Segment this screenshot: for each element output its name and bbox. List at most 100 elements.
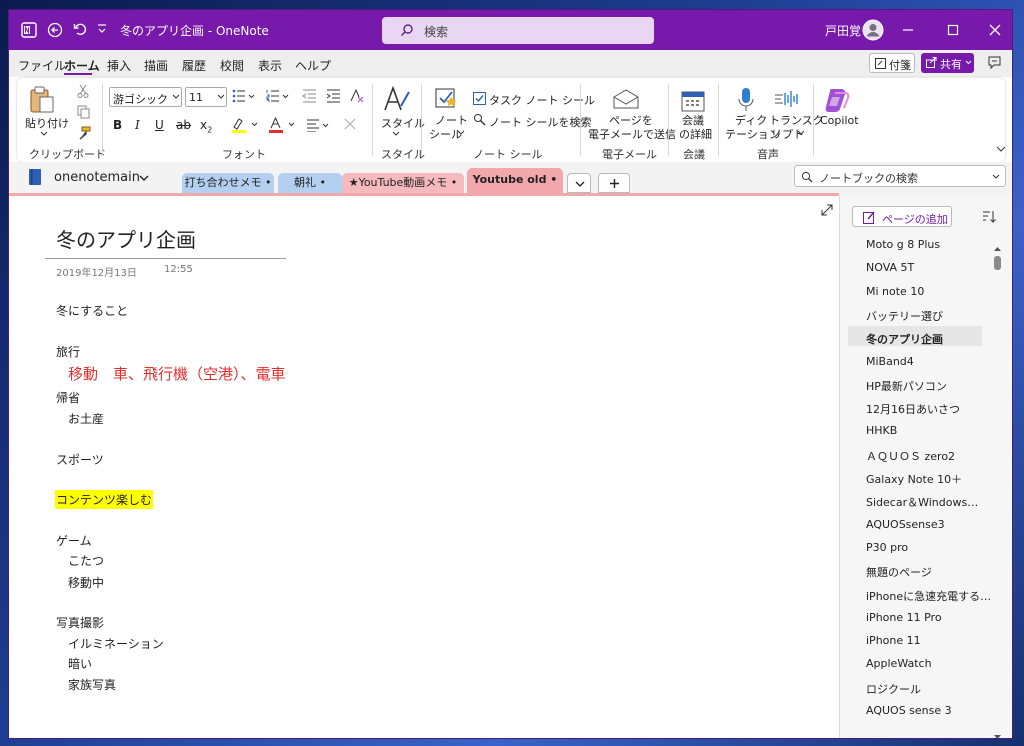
- quick-access-dropdown-icon[interactable]: [97, 23, 107, 35]
- align-icon[interactable]: [306, 118, 332, 132]
- italic-button[interactable]: I: [135, 118, 140, 132]
- paste-label[interactable]: 貼り付け: [25, 115, 69, 131]
- pages-scrollbar[interactable]: [994, 246, 1001, 738]
- note-line[interactable]: 写真撮影: [56, 614, 104, 631]
- page-list-item[interactable]: ロジクール: [866, 681, 921, 697]
- note-line-red[interactable]: 移動 車、飛行機（空港）、電車: [68, 363, 286, 384]
- section-tab-youtube-memo[interactable]: ★YouTube動画メモ •: [342, 173, 464, 193]
- sort-icon[interactable]: [982, 210, 996, 224]
- note-line[interactable]: 暗い: [68, 655, 92, 672]
- page-list-item[interactable]: iPhone 11 Pro: [866, 611, 942, 624]
- style-label[interactable]: スタイル: [381, 115, 425, 131]
- menu-review[interactable]: 校閲: [220, 57, 244, 74]
- add-section-button[interactable]: [598, 173, 630, 193]
- note-line[interactable]: こたつ: [68, 552, 104, 569]
- more-sections-button[interactable]: [567, 173, 591, 193]
- notebook-search-box[interactable]: ノートブックの検索: [794, 165, 1006, 187]
- page-list-item[interactable]: NOVA 5T: [866, 261, 914, 274]
- copilot-icon[interactable]: [823, 87, 851, 113]
- page-list-item[interactable]: HHKB: [866, 424, 897, 437]
- transcribe-chevron-icon[interactable]: [797, 130, 805, 136]
- menu-help[interactable]: ヘルプ: [295, 57, 331, 74]
- note-line[interactable]: 家族写真: [68, 676, 116, 693]
- note-line[interactable]: 旅行: [56, 343, 80, 360]
- page-list-item[interactable]: ＡＱＵＯＳ zero2: [866, 448, 955, 464]
- paste-icon[interactable]: [29, 86, 55, 114]
- page-canvas[interactable]: 冬のアプリ企画 2019年12月13日 12:55 冬にすること 旅行 移動 車…: [9, 196, 839, 738]
- page-list-item[interactable]: AQUOSsense3: [866, 518, 945, 531]
- transcribe-icon[interactable]: [773, 89, 799, 111]
- page-list-item[interactable]: 12月16日あいさつ: [866, 401, 960, 417]
- style-chevron-icon[interactable]: [392, 131, 400, 137]
- section-tab-meeting-notes[interactable]: 打ち合わせメモ •: [182, 173, 274, 193]
- font-size-select[interactable]: 11: [185, 87, 227, 107]
- meeting-calendar-icon[interactable]: [681, 89, 707, 113]
- copilot-label[interactable]: Copilot: [820, 114, 859, 127]
- menu-home[interactable]: ホーム: [64, 57, 100, 74]
- page-list-item[interactable]: 無題のページ: [866, 564, 932, 580]
- page-list-item[interactable]: Mi note 10: [866, 285, 924, 298]
- find-tags-label[interactable]: ノート シールを検索: [489, 114, 592, 130]
- undo-icon[interactable]: [72, 21, 88, 37]
- avatar-icon[interactable]: [862, 19, 884, 41]
- notebook-icon[interactable]: [28, 168, 42, 186]
- note-line[interactable]: 冬にすること: [56, 302, 128, 319]
- copy-icon[interactable]: [77, 105, 90, 119]
- numbering-icon[interactable]: [266, 89, 290, 103]
- menu-view[interactable]: 表示: [258, 57, 282, 74]
- format-painter-icon[interactable]: [77, 126, 91, 140]
- style-icon[interactable]: [382, 86, 412, 112]
- delete-icon[interactable]: [344, 118, 356, 130]
- page-list-item[interactable]: P30 pro: [866, 541, 908, 554]
- sticky-note-button[interactable]: 付箋: [869, 53, 915, 73]
- section-tab-morning-meeting[interactable]: 朝礼 •: [278, 173, 342, 193]
- font-color-icon[interactable]: [268, 117, 298, 133]
- note-tag-icon[interactable]: [434, 86, 460, 112]
- add-page-button[interactable]: ページの追加: [852, 206, 952, 227]
- page-list-item[interactable]: バッテリー選び: [866, 308, 943, 324]
- minimize-icon[interactable]: [902, 24, 914, 36]
- notebook-chevron-icon[interactable]: [139, 174, 149, 182]
- note-line[interactable]: スポーツ: [56, 451, 104, 468]
- search-box[interactable]: 検索: [382, 17, 654, 44]
- paste-chevron-icon[interactable]: [40, 131, 48, 137]
- email-icon[interactable]: [613, 89, 639, 109]
- cut-icon[interactable]: [77, 84, 89, 98]
- section-tab-youtube-old[interactable]: Youtube old •: [467, 168, 563, 193]
- highlight-icon[interactable]: [231, 117, 261, 133]
- subscript-button[interactable]: x2: [200, 118, 212, 134]
- expand-icon[interactable]: [821, 204, 833, 216]
- back-icon[interactable]: [47, 22, 63, 38]
- note-line[interactable]: 帰省: [56, 389, 80, 406]
- note-line-highlighted[interactable]: コンテンツ楽しむ: [55, 490, 154, 509]
- meeting-label-line2[interactable]: の詳細: [679, 126, 712, 142]
- decrease-indent-icon[interactable]: [302, 89, 317, 103]
- page-list-item[interactable]: AppleWatch: [866, 657, 932, 670]
- feedback-icon[interactable]: [987, 55, 1002, 70]
- note-line[interactable]: お土産: [68, 410, 104, 427]
- share-button[interactable]: 共有: [921, 53, 974, 73]
- page-list-item[interactable]: 冬のアプリ企画: [866, 331, 943, 347]
- bold-button[interactable]: B: [113, 118, 122, 132]
- menu-history[interactable]: 履歴: [182, 57, 206, 74]
- note-tag-chevron-icon[interactable]: [457, 130, 465, 136]
- menu-insert[interactable]: 挿入: [107, 57, 131, 74]
- page-list-item[interactable]: Moto g 8 Plus: [866, 238, 940, 251]
- email-label-line2[interactable]: 電子メールで送信: [588, 126, 676, 142]
- find-tags-icon[interactable]: [473, 113, 487, 127]
- page-list-item[interactable]: AQUOS sense 3: [866, 704, 952, 717]
- note-line[interactable]: イルミネーション: [68, 635, 164, 652]
- ribbon-collapse-icon[interactable]: [996, 145, 1006, 153]
- dictate-microphone-icon[interactable]: [736, 87, 756, 113]
- bullets-icon[interactable]: [232, 89, 256, 103]
- page-list-item[interactable]: MiBand4: [866, 355, 914, 368]
- font-name-select[interactable]: 游ゴシック: [109, 87, 182, 107]
- scroll-up-icon[interactable]: [994, 246, 1001, 252]
- menu-file[interactable]: ファイル: [18, 57, 66, 74]
- underline-button[interactable]: U: [155, 118, 164, 132]
- page-list-item[interactable]: iPhoneに急速充電する…: [866, 588, 991, 604]
- strikethrough-button[interactable]: ab: [176, 118, 191, 132]
- maximize-icon[interactable]: [947, 24, 959, 36]
- page-list-item[interactable]: HP最新パソコン: [866, 378, 947, 394]
- scroll-down-icon[interactable]: [994, 734, 1001, 738]
